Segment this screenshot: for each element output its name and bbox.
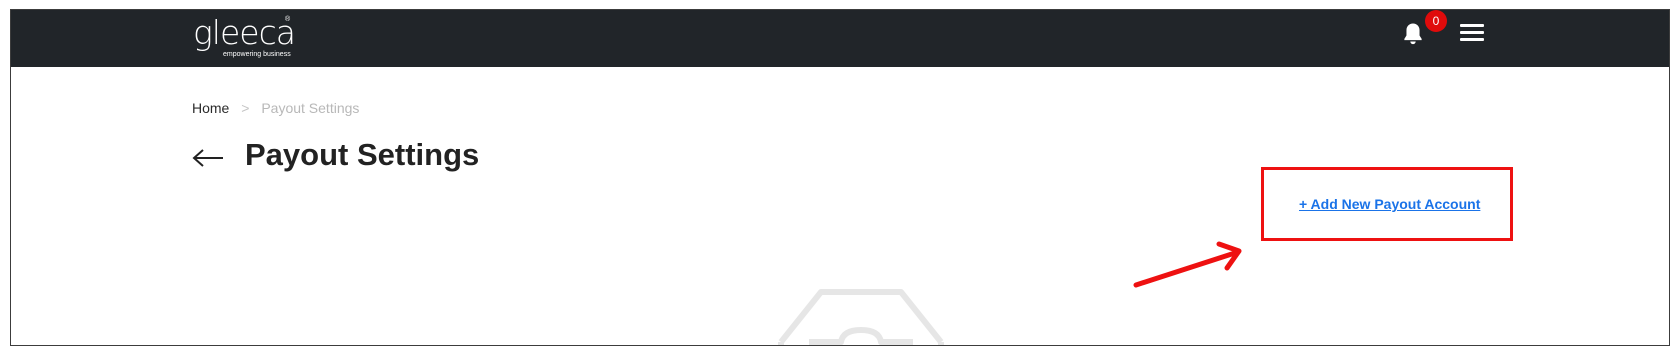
breadcrumb-current: Payout Settings <box>261 100 360 116</box>
notification-count-badge: 0 <box>1425 10 1447 32</box>
breadcrumb: Home > Payout Settings <box>192 99 359 117</box>
logo-tagline: empowering business <box>223 51 291 58</box>
annotation-arrow-icon <box>1133 241 1242 288</box>
logo-registered-mark: ® <box>285 16 291 23</box>
bell-icon <box>1404 23 1422 45</box>
top-navbar: gleeca ® empowering business 0 <box>11 10 1669 67</box>
logo-wordmark: gleeca <box>193 13 296 52</box>
page-title: Payout Settings <box>245 137 480 172</box>
notifications-button[interactable] <box>1399 20 1427 48</box>
empty-inbox-icon <box>778 289 944 345</box>
arrow-left-icon <box>192 149 223 167</box>
back-button[interactable] <box>191 148 225 168</box>
breadcrumb-separator: > <box>241 100 250 116</box>
breadcrumb-home-link[interactable]: Home <box>192 100 229 116</box>
app-frame: gleeca ® empowering business 0 Home > Pa… <box>10 9 1670 346</box>
logo[interactable]: gleeca ® empowering business <box>193 13 303 61</box>
add-new-payout-account-link[interactable]: + Add New Payout Account <box>1299 195 1480 213</box>
hamburger-menu-icon[interactable] <box>1460 24 1484 46</box>
